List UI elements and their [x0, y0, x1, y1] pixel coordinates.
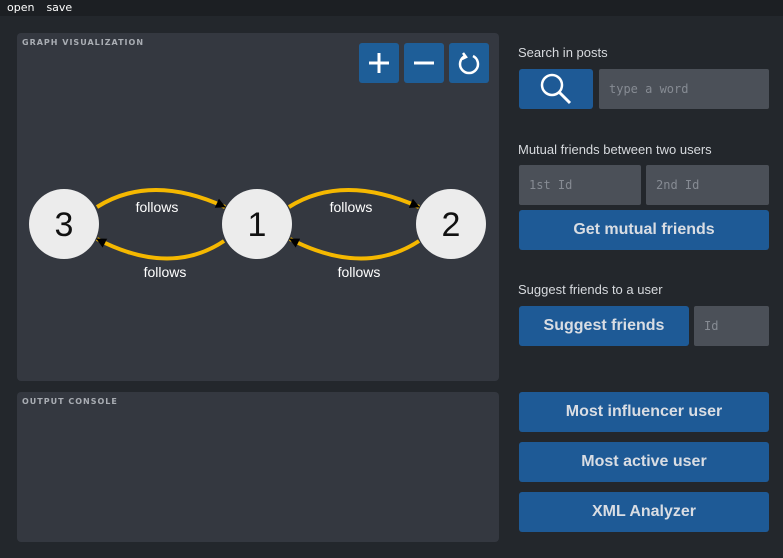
node-label: 3 — [55, 206, 74, 244]
node-label: 1 — [248, 206, 267, 244]
mutual-friends-label: Mutual friends between two users — [518, 142, 712, 157]
edge-label: follows — [338, 264, 381, 280]
get-mutual-friends-button[interactable]: Get mutual friends — [519, 210, 769, 250]
first-id-input[interactable] — [519, 165, 641, 205]
zoom-in-button[interactable] — [359, 43, 399, 83]
reset-view-button[interactable] — [449, 43, 489, 83]
most-influencer-button[interactable]: Most influencer user — [519, 392, 769, 432]
suggest-friends-label: Suggest friends to a user — [518, 282, 663, 297]
search-icon — [540, 73, 572, 105]
node-label: 2 — [442, 206, 461, 244]
output-console: OUTPUT CONSOLE — [17, 392, 499, 542]
search-button[interactable] — [519, 69, 593, 109]
minus-icon — [414, 61, 434, 65]
console-title: OUTPUT CONSOLE — [22, 397, 118, 406]
suggest-friends-button[interactable]: Suggest friends — [519, 306, 689, 346]
graph-panel: follows follows follows follows 3 1 2 GR… — [17, 33, 499, 381]
node-1[interactable]: 1 — [222, 189, 292, 259]
menu-open[interactable]: open — [7, 0, 34, 16]
zoom-out-button[interactable] — [404, 43, 444, 83]
search-input[interactable] — [599, 69, 769, 109]
node-3[interactable]: 3 — [29, 189, 99, 259]
plus-icon — [369, 53, 389, 73]
xml-analyzer-button[interactable]: XML Analyzer — [519, 492, 769, 532]
second-id-input[interactable] — [646, 165, 769, 205]
edge-label: follows — [330, 199, 373, 215]
edge-1-to-3 — [96, 237, 226, 261]
graph-panel-title: GRAPH VISUALIZATION — [22, 38, 145, 47]
search-label: Search in posts — [518, 45, 608, 60]
graph-canvas[interactable]: follows follows follows follows 3 1 2 — [17, 33, 499, 381]
reset-icon — [458, 52, 480, 75]
menu-save[interactable]: save — [46, 0, 72, 16]
edge-label: follows — [136, 199, 179, 215]
menu-bar: open save — [0, 0, 783, 16]
edge-2-to-1 — [289, 237, 421, 261]
edge-label: follows — [144, 264, 187, 280]
node-2[interactable]: 2 — [416, 189, 486, 259]
suggest-id-input[interactable] — [694, 306, 769, 346]
most-active-button[interactable]: Most active user — [519, 442, 769, 482]
